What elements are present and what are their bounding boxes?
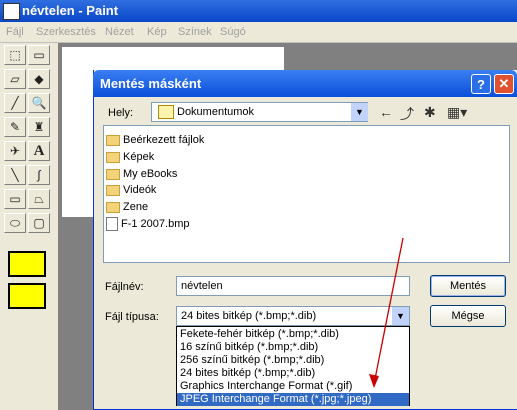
annotation-arrow: [369, 237, 404, 388]
annotation-arrow-head: [369, 374, 379, 388]
annotation-arrow-line: [373, 237, 404, 385]
